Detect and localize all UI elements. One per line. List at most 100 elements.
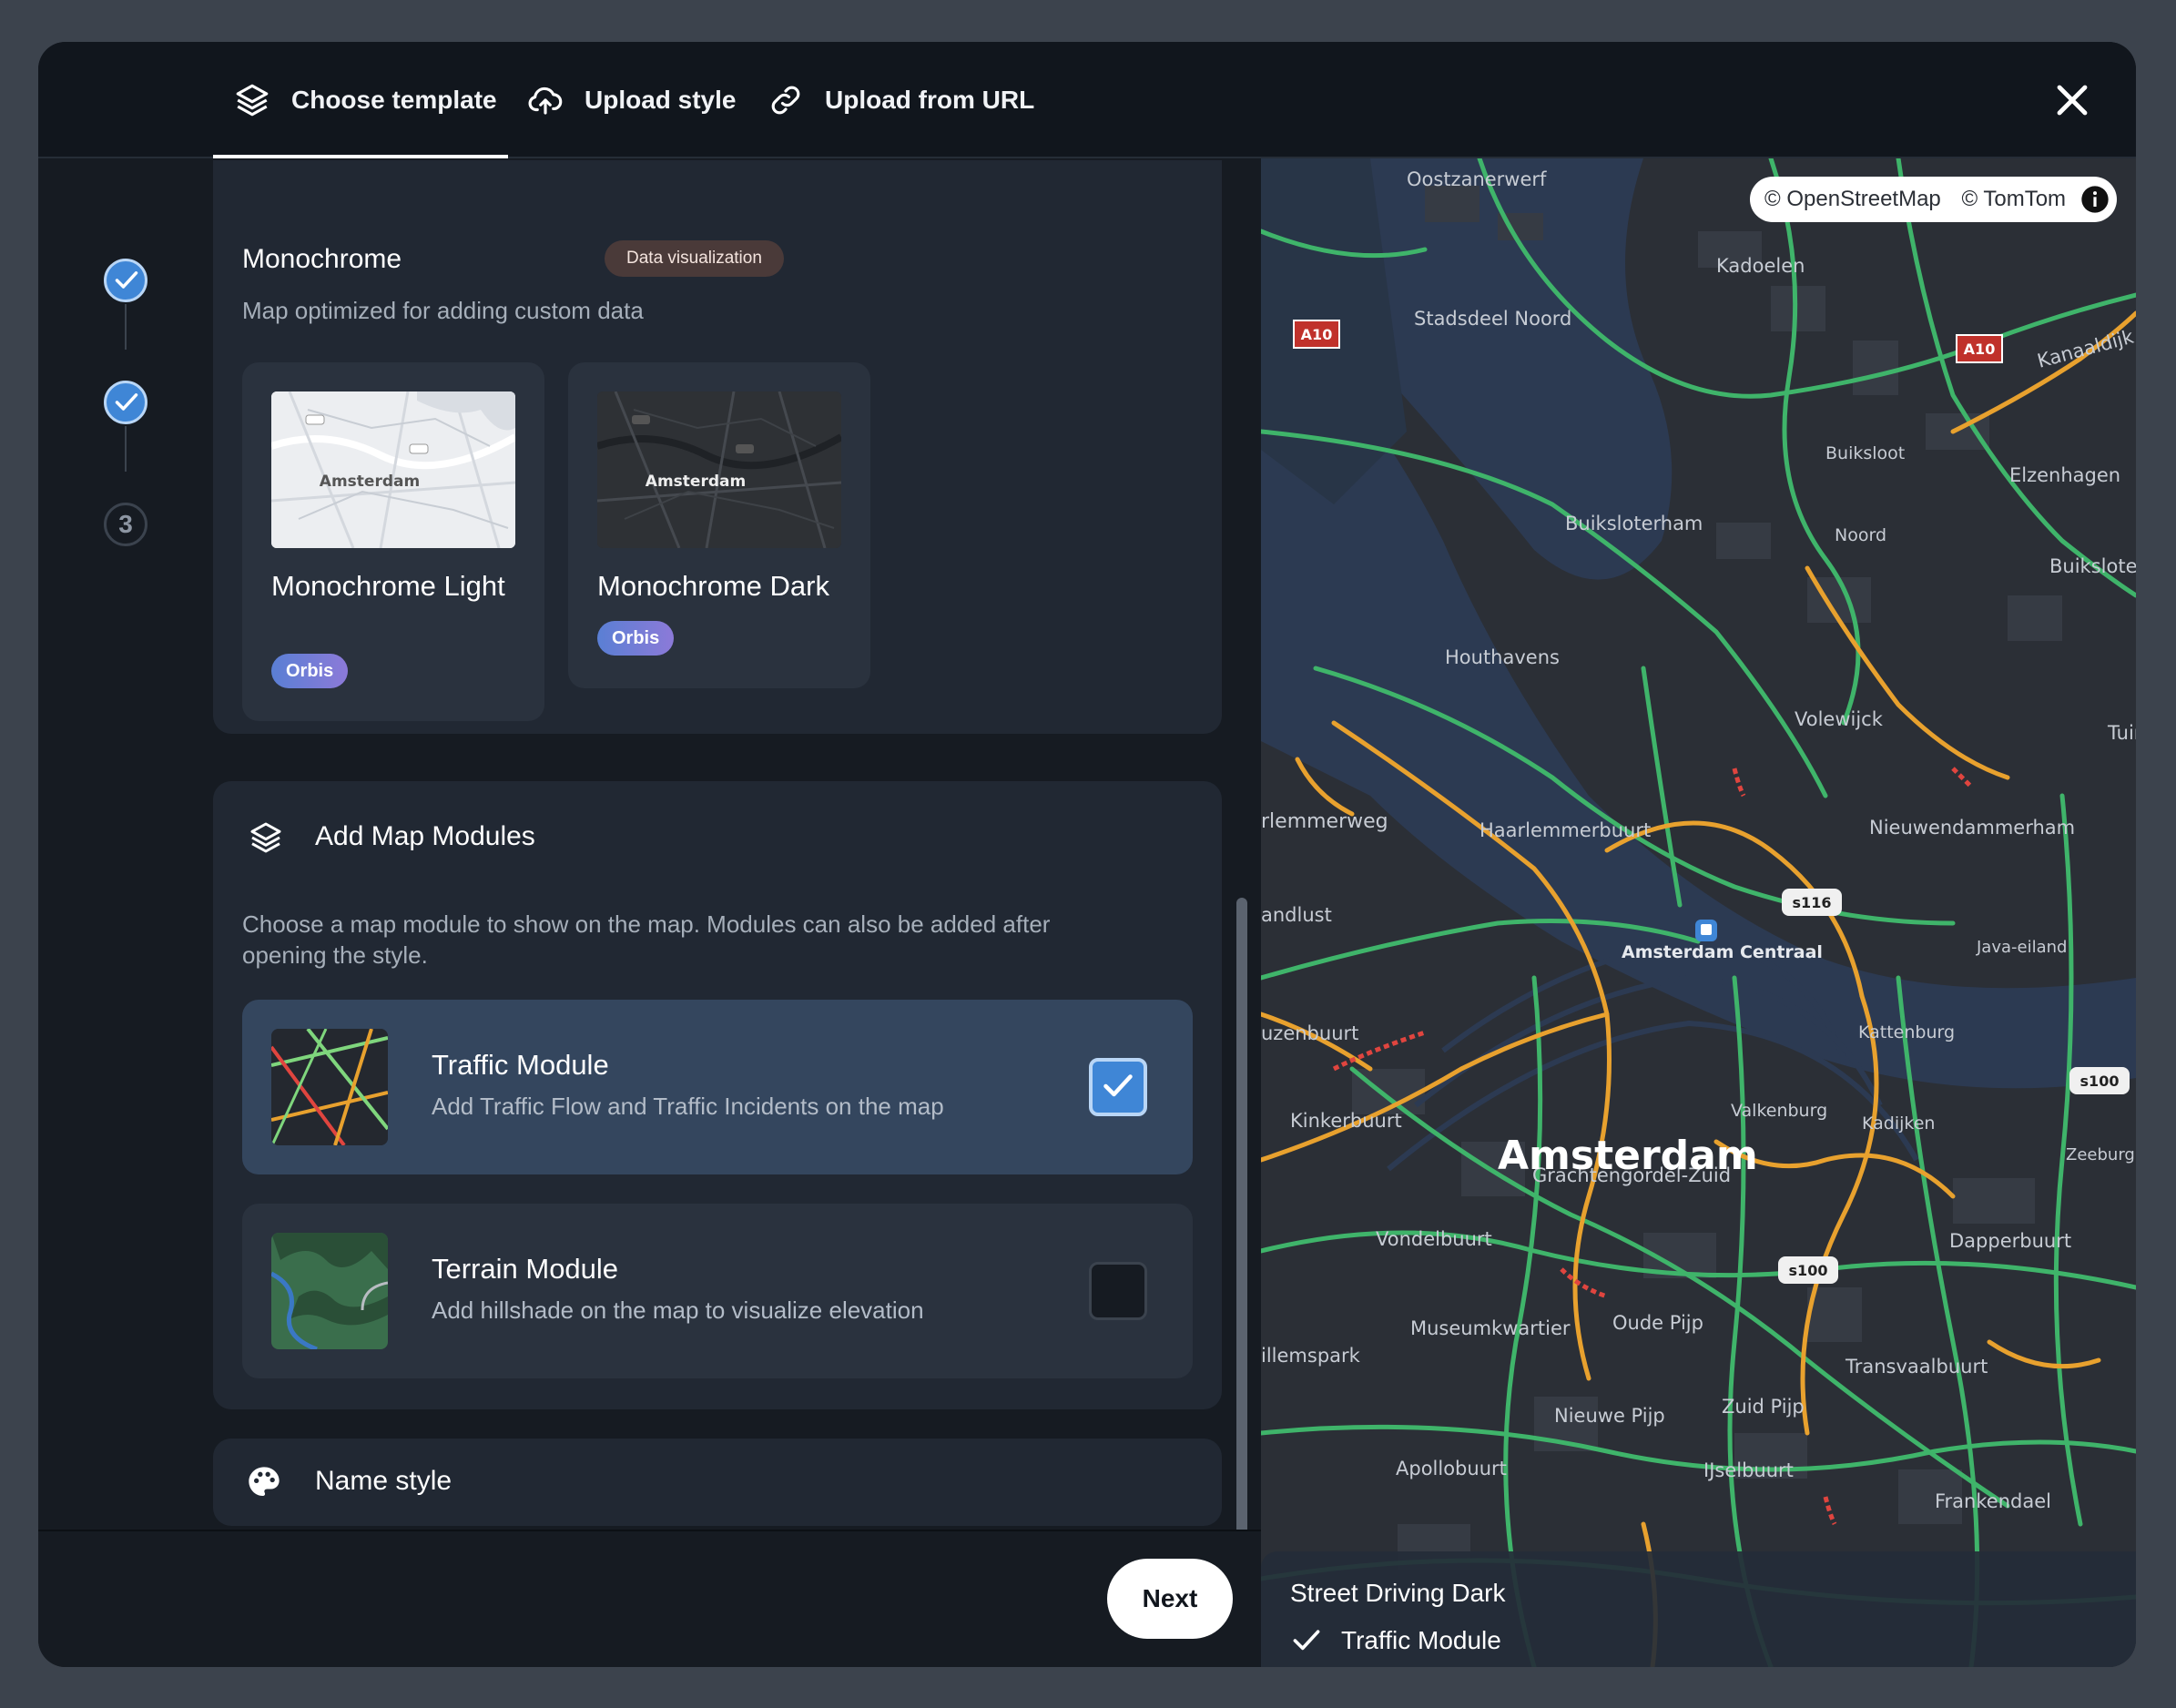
wizard-content: 3 Monochrome Data visualization Map opti… (38, 160, 1261, 1530)
tab-upload-from-url[interactable]: Upload from URL (767, 78, 1034, 122)
svg-text:Zuid Pijp: Zuid Pijp (1722, 1396, 1805, 1418)
tab-label: Upload style (585, 86, 737, 114)
link-icon (771, 86, 800, 115)
tab-label: Upload from URL (825, 86, 1035, 114)
section-description: Choose a map module to show on the map. … (242, 910, 1051, 969)
attribution-tomtom[interactable]: © TomTom (1961, 187, 2066, 211)
legend-module-item: Traffic Module (1290, 1626, 1501, 1655)
svg-text:A10: A10 (1301, 326, 1333, 343)
svg-text:Kinkerbuurt: Kinkerbuurt (1290, 1110, 1402, 1132)
map-modules-section: Add Map Modules Choose a map module to s… (213, 781, 1222, 1409)
map-thumbnail-dark: Amsterdam (597, 391, 841, 548)
cloud-upload-icon (528, 86, 563, 115)
svg-text:Amsterdam Centraal: Amsterdam Centraal (1622, 942, 1823, 962)
svg-text:Frankendael: Frankendael (1935, 1490, 2051, 1512)
legend-module-label: Traffic Module (1341, 1626, 1501, 1654)
group-description: Map optimized for adding custom data (242, 297, 644, 324)
svg-text:Oostzanerwerf: Oostzanerwerf (1407, 168, 1547, 190)
orbis-badge: Orbis (597, 621, 675, 656)
svg-text:Haarlemmerbuurt: Haarlemmerbuurt (1479, 819, 1651, 841)
svg-text:Apollobuurt: Apollobuurt (1396, 1458, 1507, 1479)
svg-text:Amsterdam: Amsterdam (646, 473, 746, 491)
module-row-terrain[interactable]: Terrain Module Add hillshade on the map … (242, 1204, 1193, 1378)
svg-text:Amsterdam: Amsterdam (1498, 1133, 1758, 1179)
traffic-module-thumbnail (271, 1029, 388, 1145)
category-badge: Data visualization (605, 240, 784, 277)
tab-label: Choose template (291, 86, 497, 114)
check-icon (115, 271, 138, 289)
module-title: Traffic Module (432, 1049, 609, 1081)
svg-text:Transvaalbuurt: Transvaalbuurt (1845, 1356, 1988, 1378)
check-icon (1103, 1074, 1133, 1097)
orbis-badge: Orbis (271, 654, 349, 688)
step-1-complete[interactable] (104, 259, 147, 302)
svg-text:Kattenburg: Kattenburg (1858, 1022, 1955, 1042)
palette-icon (249, 1467, 280, 1496)
terrain-module-thumbnail (271, 1233, 388, 1349)
step-3[interactable]: 3 (104, 503, 147, 546)
tab-upload-style[interactable]: Upload style (526, 78, 736, 122)
tab-choose-template[interactable]: Choose template (233, 78, 497, 122)
module-row-traffic[interactable]: Traffic Module Add Traffic Flow and Traf… (242, 1000, 1193, 1174)
svg-text:A10: A10 (1964, 341, 1996, 358)
svg-text:Buiksloter: Buiksloter (2049, 555, 2136, 577)
svg-text:Tuin: Tuin (2107, 722, 2136, 744)
section-title: Add Map Modules (315, 821, 535, 851)
template-card-monochrome-light[interactable]: Amsterdam Monochrome Light Orbis (242, 362, 544, 721)
active-tab-indicator (213, 155, 508, 158)
module-description: Add hillshade on the map to visualize el… (432, 1296, 924, 1324)
svg-text:Valkenburg: Valkenburg (1731, 1101, 1827, 1121)
svg-text:rlemmerweg: rlemmerweg (1261, 810, 1388, 833)
terrain-module-checkbox[interactable] (1089, 1262, 1147, 1320)
svg-text:s100: s100 (1789, 1262, 1828, 1279)
svg-text:Museumkwartier: Museumkwartier (1410, 1317, 1571, 1339)
svg-text:Amsterdam: Amsterdam (320, 473, 420, 491)
train-station-icon (1695, 920, 1717, 941)
svg-text:Noord: Noord (1835, 525, 1886, 545)
close-icon[interactable] (2050, 78, 2094, 122)
map-canvas[interactable]: Oostzanerwerf Kadoelen Stadsdeel Noord K… (1261, 158, 2136, 1667)
svg-text:s116: s116 (1793, 894, 1832, 911)
module-title: Terrain Module (432, 1253, 619, 1285)
tab-bar: Choose template Upload style Upload from… (38, 42, 2136, 158)
template-name: Monochrome Dark (597, 570, 829, 602)
new-style-modal: Choose template Upload style Upload from… (38, 42, 2136, 1667)
map-preview[interactable]: Oostzanerwerf Kadoelen Stadsdeel Noord K… (1261, 158, 2136, 1667)
svg-text:Dapperbuurt: Dapperbuurt (1949, 1230, 2071, 1252)
svg-text:Stadsdeel Noord: Stadsdeel Noord (1414, 308, 1571, 330)
layers-icon (250, 822, 281, 853)
svg-text:andlust: andlust (1261, 904, 1332, 926)
module-description: Add Traffic Flow and Traffic Incidents o… (432, 1093, 944, 1120)
attribution-openstreetmap[interactable]: © OpenStreetMap (1764, 187, 1941, 211)
svg-text:Houthavens: Houthavens (1445, 646, 1560, 668)
template-card-monochrome-dark[interactable]: Amsterdam Monochrome Dark Orbis (568, 362, 870, 688)
svg-text:Oude Pijp: Oude Pijp (1612, 1312, 1703, 1334)
svg-text:IJselbuurt: IJselbuurt (1703, 1459, 1794, 1481)
template-group-monochrome: Monochrome Data visualization Map optimi… (213, 160, 1222, 734)
layers-icon (236, 84, 269, 117)
svg-text:Zeeburg: Zeeburg (2066, 1145, 2135, 1164)
svg-text:Java-eiland: Java-eiland (1976, 938, 2067, 957)
style-name: Street Driving Dark (1290, 1579, 1506, 1607)
svg-text:Elzenhagen: Elzenhagen (2009, 464, 2120, 486)
svg-text:Nieuwendammerham: Nieuwendammerham (1869, 817, 2075, 839)
next-button[interactable]: Next (1107, 1559, 1233, 1639)
svg-text:Kadoelen: Kadoelen (1716, 255, 1805, 277)
info-icon[interactable] (2080, 185, 2110, 214)
svg-text:s100: s100 (2080, 1073, 2120, 1090)
group-title: Monochrome (242, 244, 402, 274)
traffic-module-checkbox[interactable] (1089, 1058, 1147, 1116)
svg-text:Vondelbuurt: Vondelbuurt (1376, 1228, 1492, 1250)
template-name: Monochrome Light (271, 570, 505, 602)
svg-text:Buiksloterham: Buiksloterham (1565, 513, 1703, 534)
step-2-complete[interactable] (104, 381, 147, 424)
svg-text:Volewijck: Volewijck (1795, 708, 1884, 730)
svg-text:Buiksloot: Buiksloot (1825, 443, 1905, 463)
check-icon (1293, 1630, 1320, 1651)
section-title: Name style (315, 1466, 452, 1496)
name-style-section[interactable]: Name style (213, 1439, 1222, 1526)
check-icon (115, 393, 138, 411)
content-scrollbar[interactable] (1236, 898, 1247, 1530)
step-connector (125, 426, 127, 472)
map-style-legend: Street Driving Dark Traffic Module (1261, 1551, 2136, 1667)
